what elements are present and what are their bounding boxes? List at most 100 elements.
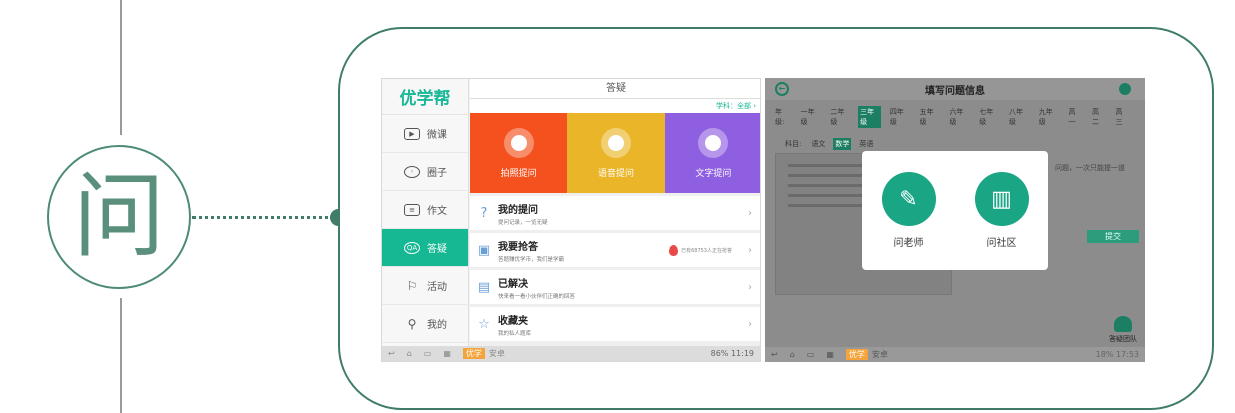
grade-option[interactable]: 一年级 [799,106,822,128]
grade-option[interactable]: 高一 [1067,106,1084,128]
clock: 17:53 [1115,350,1139,359]
sidebar-item-wode[interactable]: ⚲ 我的 [382,305,468,343]
hot-text: 已有68753人正在抢答 [681,247,732,254]
subject-option-selected[interactable]: 数学 [833,138,852,150]
row-subtitle: 答题赚优学币，我们是学霸 [498,256,565,263]
sidebar-item-dayi[interactable]: QA 答疑 [382,229,468,267]
list-item-answer[interactable]: ▣ 我要抢答答题赚优学币，我们是学霸 已有68753人正在抢答 › [470,233,760,267]
left-tablet-screen: 优学帮 ▶ 微课 ◦ 圈子 ≡ 作文 QA 答疑 ⚐ 活动 ⚲ 我的 答疑 学科：全部 › … [381,78,761,362]
anzhuo-button[interactable]: 安卓 [489,348,505,359]
sidebar-item-label: 我的 [427,320,447,331]
question-badge: 问 [47,145,191,289]
grade-selector: 年级: 一年级 二年级 三年级 四年级 五年级 六年级 七年级 八年级 九年级 … [765,100,1145,134]
home-icon[interactable]: ⌂ [407,349,412,358]
voice-ask-tile[interactable]: 语音提问 [567,113,665,193]
team-label: 答疑团队 [1109,335,1137,343]
subject-filter-label: 学科：全部 [715,102,751,110]
sidebar-item-label: 圈子 [427,168,447,179]
youxue-button[interactable]: 优学 [462,348,485,359]
youxue-button[interactable]: 优学 [845,349,868,360]
photo-ask-tile[interactable]: 拍照提问 [470,113,568,193]
list-icon: ▤ [477,279,491,295]
planet-icon: ◦ [404,165,420,178]
subject-label: 科目: [785,140,802,148]
microphone-icon [600,127,631,158]
list-item-my-questions[interactable]: ? 我的提问提问记录，一览无疑 › [470,196,760,230]
badge-char: 问 [72,163,165,270]
timeline-line-bottom [120,298,122,413]
sidebar-item-label: 微课 [427,130,447,141]
row-title: 收藏夹 [498,315,528,327]
system-nav-bar: ↩ ⌂ ▭ ▦ 优学 安卓 18% 17:53 [765,347,1145,362]
text-icon [698,127,729,158]
timeline-line-top [120,0,122,135]
list-item-solved[interactable]: ▤ 已解决 快来看一看小伙伴们正确的回答 › [470,270,760,304]
flag-icon: ⚐ [406,278,418,293]
sidebar: 优学帮 ▶ 微课 ◦ 圈子 ≡ 作文 QA 答疑 ⚐ 活动 ⚲ 我的 [382,79,469,348]
team-icon [1114,316,1132,332]
recent-apps-icon[interactable]: ▭ [807,350,815,359]
grade-option[interactable]: 四年级 [888,106,911,128]
chevron-right-icon: › [748,281,752,293]
grade-option[interactable]: 高三 [1114,106,1131,128]
row-title: 我的提问 [498,204,538,216]
back-icon[interactable]: ↩ [771,350,778,359]
teacher-icon: ✎ [881,172,936,226]
sidebar-item-quanzi[interactable]: ◦ 圈子 [382,153,468,191]
home-icon[interactable]: ⌂ [790,350,795,359]
grade-option[interactable]: 二年级 [828,106,851,128]
back-icon[interactable]: ↩ [388,349,395,358]
question-icon: ? [480,205,488,221]
grid-icon[interactable]: ▦ [443,349,451,358]
grid-icon[interactable]: ▦ [826,350,834,359]
clock: 11:19 [730,349,754,358]
ask-community-option[interactable]: ▥ 问社区 [974,172,1029,249]
subject-option[interactable]: 语文 [809,138,827,150]
qa-icon: QA [404,241,420,254]
row-title: 我要抢答 [498,241,538,253]
text-ask-tile[interactable]: 文字提问 [664,113,760,193]
chevron-right-icon: › [748,207,752,219]
battery-level: 86% [710,349,729,358]
settings-dot-icon[interactable] [1119,83,1131,95]
row-subtitle: 提问记录，一览无疑 [498,219,548,226]
chevron-right-icon: › [748,318,752,330]
sidebar-item-zuowen[interactable]: ≡ 作文 [382,191,468,229]
main-panel: 答疑 学科：全部 › 拍照提问 语音提问 文字提问 ? 我的提问提问记录，一览无… [470,79,760,348]
tile-label: 文字提问 [695,168,732,179]
chevron-right-icon: › [748,244,752,256]
grade-option[interactable]: 六年级 [947,106,970,128]
ask-teacher-option[interactable]: ✎ 问老师 [881,172,936,249]
connector-dotted-line [192,216,336,219]
anzhuo-button[interactable]: 安卓 [872,349,888,360]
subject-filter[interactable]: 学科：全部 › [470,99,760,113]
back-arrow-icon[interactable]: ← [775,82,789,96]
document-icon: ≡ [404,203,420,216]
subject-option[interactable]: 英语 [857,138,875,150]
sidebar-item-label: 活动 [427,282,447,293]
battery-level: 18% [1095,350,1114,359]
ask-tiles: 拍照提问 语音提问 文字提问 [470,113,760,193]
grade-option-selected[interactable]: 三年级 [858,106,881,128]
recent-apps-icon[interactable]: ▭ [424,349,432,358]
video-icon: ▶ [404,127,420,140]
tile-label: 语音提问 [597,168,634,179]
grade-option[interactable]: 八年级 [1007,106,1030,128]
page-title: 答疑 [470,79,760,99]
answer-icon: ▣ [477,242,491,258]
submit-button[interactable]: 提交 [1087,230,1139,243]
grade-option[interactable]: 七年级 [977,106,1000,128]
grade-option[interactable]: 五年级 [918,106,941,128]
hint-text: 问题，一次只能提一道 [1055,164,1125,172]
sidebar-item-weike[interactable]: ▶ 微课 [382,115,468,153]
person-icon: ⚲ [407,316,417,331]
grade-option[interactable]: 高二 [1090,106,1107,128]
ask-target-modal: ✎ 问老师 ▥ 问社区 [862,151,1048,270]
list-item-favorites[interactable]: ☆ 收藏夹 我的私人题库 › [470,307,760,341]
page-title: 填写问题信息 [925,85,985,97]
system-nav-bar: ↩ ⌂ ▭ ▦ 优学 安卓 86% 11:19 [382,346,760,361]
sidebar-item-huodong[interactable]: ⚐ 活动 [382,267,468,305]
grade-option[interactable]: 九年级 [1037,106,1060,128]
hot-indicator: 已有68753人正在抢答 [669,244,732,256]
qa-team[interactable]: 答疑团队 [1109,316,1137,344]
